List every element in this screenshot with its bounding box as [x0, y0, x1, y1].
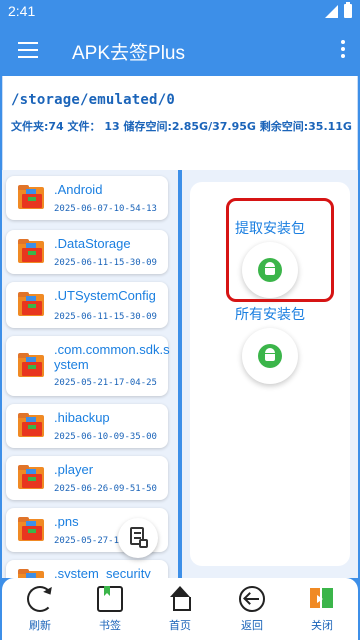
bookmark-icon: [97, 586, 123, 612]
file-date: 2025-06-07-10-54-13: [54, 204, 157, 214]
refresh-icon: [27, 586, 53, 612]
nav-home[interactable]: 首页: [150, 586, 210, 636]
file-list[interactable]: .Android 2025-06-07-10-54-13 .DataStorag…: [2, 170, 178, 578]
folder-icon: [18, 353, 44, 379]
all-packages-button[interactable]: [242, 328, 298, 384]
file-date: 2025-05-21-17-04-25: [54, 378, 157, 388]
menu-icon[interactable]: [18, 42, 38, 58]
nav-back[interactable]: 返回: [222, 586, 282, 636]
status-bar: 2:41: [0, 0, 360, 24]
nav-label: 关闭: [311, 619, 333, 632]
folder-icon: [18, 569, 44, 578]
new-file-button[interactable]: [118, 518, 158, 558]
file-item[interactable]: .com.common.sdk.system 2025-05-21-17-04-…: [6, 336, 170, 396]
file-name: .UTSystemConfig: [54, 288, 156, 303]
nav-label: 刷新: [29, 619, 51, 632]
nav-exit[interactable]: 关闭: [292, 586, 352, 636]
folder-icon: [18, 185, 44, 211]
file-date: 2025-06-26-09-51-50: [54, 484, 157, 494]
back-icon: [239, 586, 265, 612]
app-bar: APK去签Plus: [0, 24, 360, 76]
add-icon: [139, 539, 148, 548]
bottom-nav: 刷新 书签 首页 返回 关闭: [0, 578, 360, 640]
nav-refresh[interactable]: 刷新: [10, 586, 70, 636]
file-date: 2025-06-11-15-30-09: [54, 258, 157, 268]
app-title: APK去签Plus: [72, 43, 185, 64]
more-options-icon[interactable]: [340, 40, 346, 60]
file-name: .DataStorage: [54, 236, 131, 251]
file-date: 2025-06-11-15-30-09: [54, 312, 157, 322]
file-name: .Android: [54, 182, 103, 197]
all-packages-label: 所有安装包: [235, 307, 305, 323]
folder-icon: [18, 239, 44, 265]
battery-icon: [344, 2, 352, 18]
folder-icon: [18, 465, 44, 491]
file-name: .com.common.sdk.system: [54, 342, 170, 372]
signal-icon: [325, 5, 338, 18]
file-date: 2025-05-27-1: [54, 536, 120, 546]
exit-icon: [309, 586, 335, 612]
file-item[interactable]: .system_security: [6, 560, 168, 578]
storage-info: 文件夹:74 文件： 13 储存空间:2.85G/37.95G 剩余空间:35.…: [11, 120, 352, 133]
file-item[interactable]: .player 2025-06-26-09-51-50: [6, 456, 168, 500]
file-item[interactable]: .DataStorage 2025-06-11-15-30-09: [6, 230, 168, 274]
path-panel: /storage/emulated/0 文件夹:74 文件： 13 储存空间:2…: [2, 76, 358, 170]
file-item[interactable]: .hibackup 2025-06-10-09-35-00: [6, 404, 168, 448]
file-date: 2025-06-10-09-35-00: [54, 432, 157, 442]
nav-label: 返回: [241, 619, 263, 632]
folder-icon: [18, 292, 44, 318]
nav-bookmark[interactable]: 书签: [80, 586, 140, 636]
nav-label: 首页: [169, 619, 191, 632]
file-name: .system_security: [54, 566, 151, 578]
home-icon: [167, 586, 193, 612]
folder-icon: [18, 517, 44, 543]
folder-icon: [18, 413, 44, 439]
file-name: .player: [54, 462, 94, 477]
highlight-box: [226, 198, 334, 302]
file-name: .hibackup: [54, 410, 110, 425]
current-path: /storage/emulated/0: [11, 92, 175, 108]
status-time: 2:41: [8, 3, 36, 19]
file-item[interactable]: .Android 2025-06-07-10-54-13: [6, 176, 168, 220]
file-item[interactable]: .UTSystemConfig 2025-06-11-15-30-09: [6, 282, 168, 328]
nav-label: 书签: [99, 619, 121, 632]
